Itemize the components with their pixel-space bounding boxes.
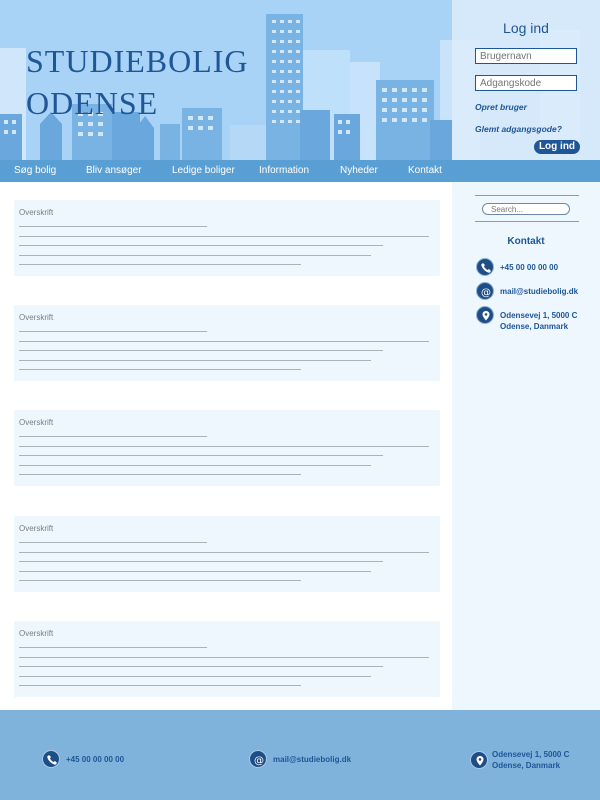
text-placeholder-line <box>19 369 301 370</box>
text-placeholder-line <box>19 331 207 332</box>
text-placeholder-line <box>19 676 371 677</box>
svg-text:@: @ <box>254 756 264 767</box>
text-placeholder-line <box>19 236 429 237</box>
nav-item-bliv-ansoeger[interactable]: Bliv ansøger <box>86 160 142 182</box>
address-line-1: Odensevej 1, 5000 C <box>500 311 578 320</box>
phone-icon <box>42 750 60 768</box>
site-footer: +45 00 00 00 00 @ mail@studiebolig.dk Od… <box>0 710 600 800</box>
svg-text:@: @ <box>481 288 491 299</box>
text-placeholder-line <box>19 255 371 256</box>
text-placeholder-line <box>19 647 207 648</box>
card-title: Overskrift <box>19 524 54 533</box>
footer-phone: +45 00 00 00 00 <box>66 755 125 764</box>
text-placeholder-line <box>19 360 371 361</box>
location-icon <box>476 306 494 324</box>
card-title: Overskrift <box>19 208 54 217</box>
text-placeholder-line <box>19 245 383 246</box>
contact-phone: +45 00 00 00 00 <box>500 263 559 272</box>
text-placeholder-line <box>19 474 301 475</box>
text-placeholder-line <box>19 685 301 686</box>
footer-email[interactable]: mail@studiebolig.dk <box>273 754 351 765</box>
at-icon: @ <box>476 282 494 300</box>
card-title: Overskrift <box>19 313 54 322</box>
brand-line-1: STUDIEBOLIG <box>26 43 249 79</box>
content-card: Overskrift <box>14 410 440 486</box>
card-title: Overskrift <box>19 418 54 427</box>
content-card: Overskrift <box>14 621 440 697</box>
text-placeholder-line <box>19 350 383 351</box>
text-placeholder-line <box>19 465 371 466</box>
address-line-1: Odensevej 1, 5000 C <box>492 750 570 759</box>
text-placeholder-line <box>19 657 429 658</box>
forgot-password-link[interactable]: Glemt adgangsgode? <box>475 124 562 134</box>
content-card: Overskrift <box>14 200 440 276</box>
site-logo[interactable]: STUDIEBOLIG ODENSE <box>26 40 249 124</box>
text-placeholder-line <box>19 666 383 667</box>
nav-item-nyheder[interactable]: Nyheder <box>340 160 378 182</box>
divider <box>475 221 579 222</box>
nav-item-kontakt[interactable]: Kontakt <box>408 160 442 182</box>
brand-line-2: ODENSE <box>26 85 159 121</box>
address-line-2: Odense, Danmark <box>500 322 569 331</box>
footer-address: Odensevej 1, 5000 C Odense, Danmark <box>492 749 569 771</box>
text-placeholder-line <box>19 436 207 437</box>
login-panel: Log ind Opret bruger Glemt adgangsgode? … <box>452 0 600 160</box>
login-button[interactable]: Log ind <box>534 140 580 154</box>
phone-icon <box>476 258 494 276</box>
text-placeholder-line <box>19 264 301 265</box>
text-placeholder-line <box>19 455 383 456</box>
address-line-2: Odense, Danmark <box>492 761 561 770</box>
text-placeholder-line <box>19 226 207 227</box>
text-placeholder-line <box>19 552 429 553</box>
sidebar: Kontakt +45 00 00 00 00 @ mail@studiebol… <box>452 182 600 710</box>
text-placeholder-line <box>19 571 371 572</box>
site-header: STUDIEBOLIG ODENSE Log ind Opret bruger … <box>0 0 600 160</box>
contact-email[interactable]: mail@studiebolig.dk <box>500 286 578 297</box>
divider <box>475 195 579 196</box>
nav-item-ledige-boliger[interactable]: Ledige boliger <box>172 160 235 182</box>
text-placeholder-line <box>19 561 383 562</box>
nav-item-soeg-bolig[interactable]: Søg bolig <box>14 160 56 182</box>
contact-title: Kontakt <box>507 236 545 247</box>
main-nav: Søg bolig Bliv ansøger Ledige boliger In… <box>0 160 600 182</box>
contact-address: Odensevej 1, 5000 C Odense, Danmark <box>500 310 577 332</box>
location-icon <box>470 751 488 769</box>
text-placeholder-line <box>19 341 429 342</box>
nav-item-information[interactable]: Information <box>259 160 309 182</box>
at-icon: @ <box>249 750 267 768</box>
text-placeholder-line <box>19 446 429 447</box>
text-placeholder-line <box>19 542 207 543</box>
content-card: Overskrift <box>14 305 440 381</box>
text-placeholder-line <box>19 580 301 581</box>
search-input[interactable] <box>482 203 570 215</box>
password-input[interactable] <box>475 75 577 91</box>
card-title: Overskrift <box>19 629 54 638</box>
username-input[interactable] <box>475 48 577 64</box>
login-title: Log ind <box>503 20 549 36</box>
content-card: Overskrift <box>14 516 440 592</box>
create-user-link[interactable]: Opret bruger <box>475 102 527 112</box>
